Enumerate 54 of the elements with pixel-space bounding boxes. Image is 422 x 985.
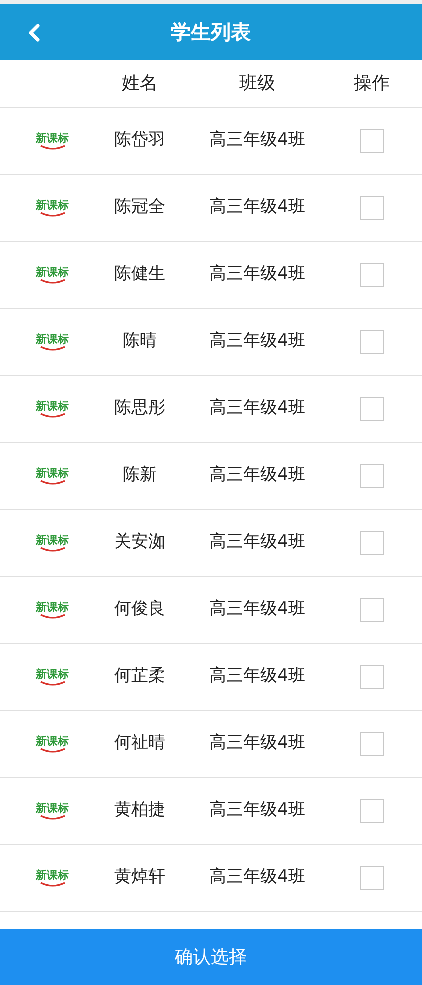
checkbox[interactable]	[360, 866, 384, 890]
class-name: 高三年级4班	[210, 397, 306, 420]
checkbox[interactable]	[360, 464, 384, 488]
student-name: 何祉晴	[114, 732, 166, 756]
checkbox[interactable]	[360, 330, 384, 354]
back-icon[interactable]	[27, 24, 41, 42]
logo: 新课标	[34, 200, 70, 216]
class-name: 高三年级4班	[210, 799, 306, 822]
checkbox[interactable]	[360, 263, 384, 287]
logo: 新课标	[34, 736, 70, 752]
confirm-button[interactable]: 确认选择	[0, 929, 422, 985]
logo: 新课标	[34, 468, 70, 484]
class-name: 高三年级4班	[210, 732, 306, 756]
checkbox[interactable]	[360, 531, 384, 555]
class-name: 高三年级4班	[210, 598, 306, 622]
student-name: 何芷柔	[114, 665, 166, 688]
checkbox[interactable]	[360, 598, 384, 622]
logo: 新课标	[34, 266, 70, 284]
student-name: 何俊良	[114, 598, 166, 622]
class-name: 高三年级4班	[210, 866, 306, 890]
column-header: 班级	[240, 72, 276, 96]
class-name: 高三年级4班	[210, 665, 306, 688]
page-title: 学生列表	[171, 19, 251, 46]
checkbox[interactable]	[360, 397, 384, 421]
student-name: 陈冠全	[114, 196, 166, 220]
checkbox[interactable]	[360, 665, 384, 689]
checkbox[interactable]	[360, 129, 384, 153]
checkbox[interactable]	[360, 196, 384, 220]
student-name: 陈思彤	[114, 397, 166, 420]
student-name: 黄焯轩	[114, 866, 166, 890]
class-name: 高三年级4班	[210, 263, 306, 286]
student-name: 陈健生	[114, 263, 166, 286]
class-name: 高三年级4班	[210, 196, 306, 220]
logo: 新课标	[34, 400, 70, 418]
checkbox[interactable]	[360, 732, 384, 756]
checkbox[interactable]	[360, 799, 384, 823]
column-header: 操作	[354, 72, 390, 96]
student-name: 陈新	[123, 464, 157, 488]
student-name: 黄柏捷	[114, 799, 166, 822]
logo: 新课标	[34, 668, 70, 686]
logo: 新课标	[34, 870, 70, 886]
logo: 新课标	[34, 534, 70, 552]
student-name: 陈晴	[123, 330, 157, 354]
class-name: 高三年级4班	[210, 129, 306, 152]
class-name: 高三年级4班	[210, 531, 306, 554]
class-name: 高三年级4班	[210, 330, 306, 354]
student-name: 陈岱羽	[114, 129, 166, 152]
logo: 新课标	[34, 802, 70, 820]
logo: 新课标	[34, 132, 70, 150]
logo: 新课标	[34, 602, 70, 618]
column-header: 姓名	[122, 72, 158, 96]
logo: 新课标	[34, 334, 70, 350]
class-name: 高三年级4班	[210, 464, 306, 488]
student-name: 关安洳	[114, 531, 166, 554]
